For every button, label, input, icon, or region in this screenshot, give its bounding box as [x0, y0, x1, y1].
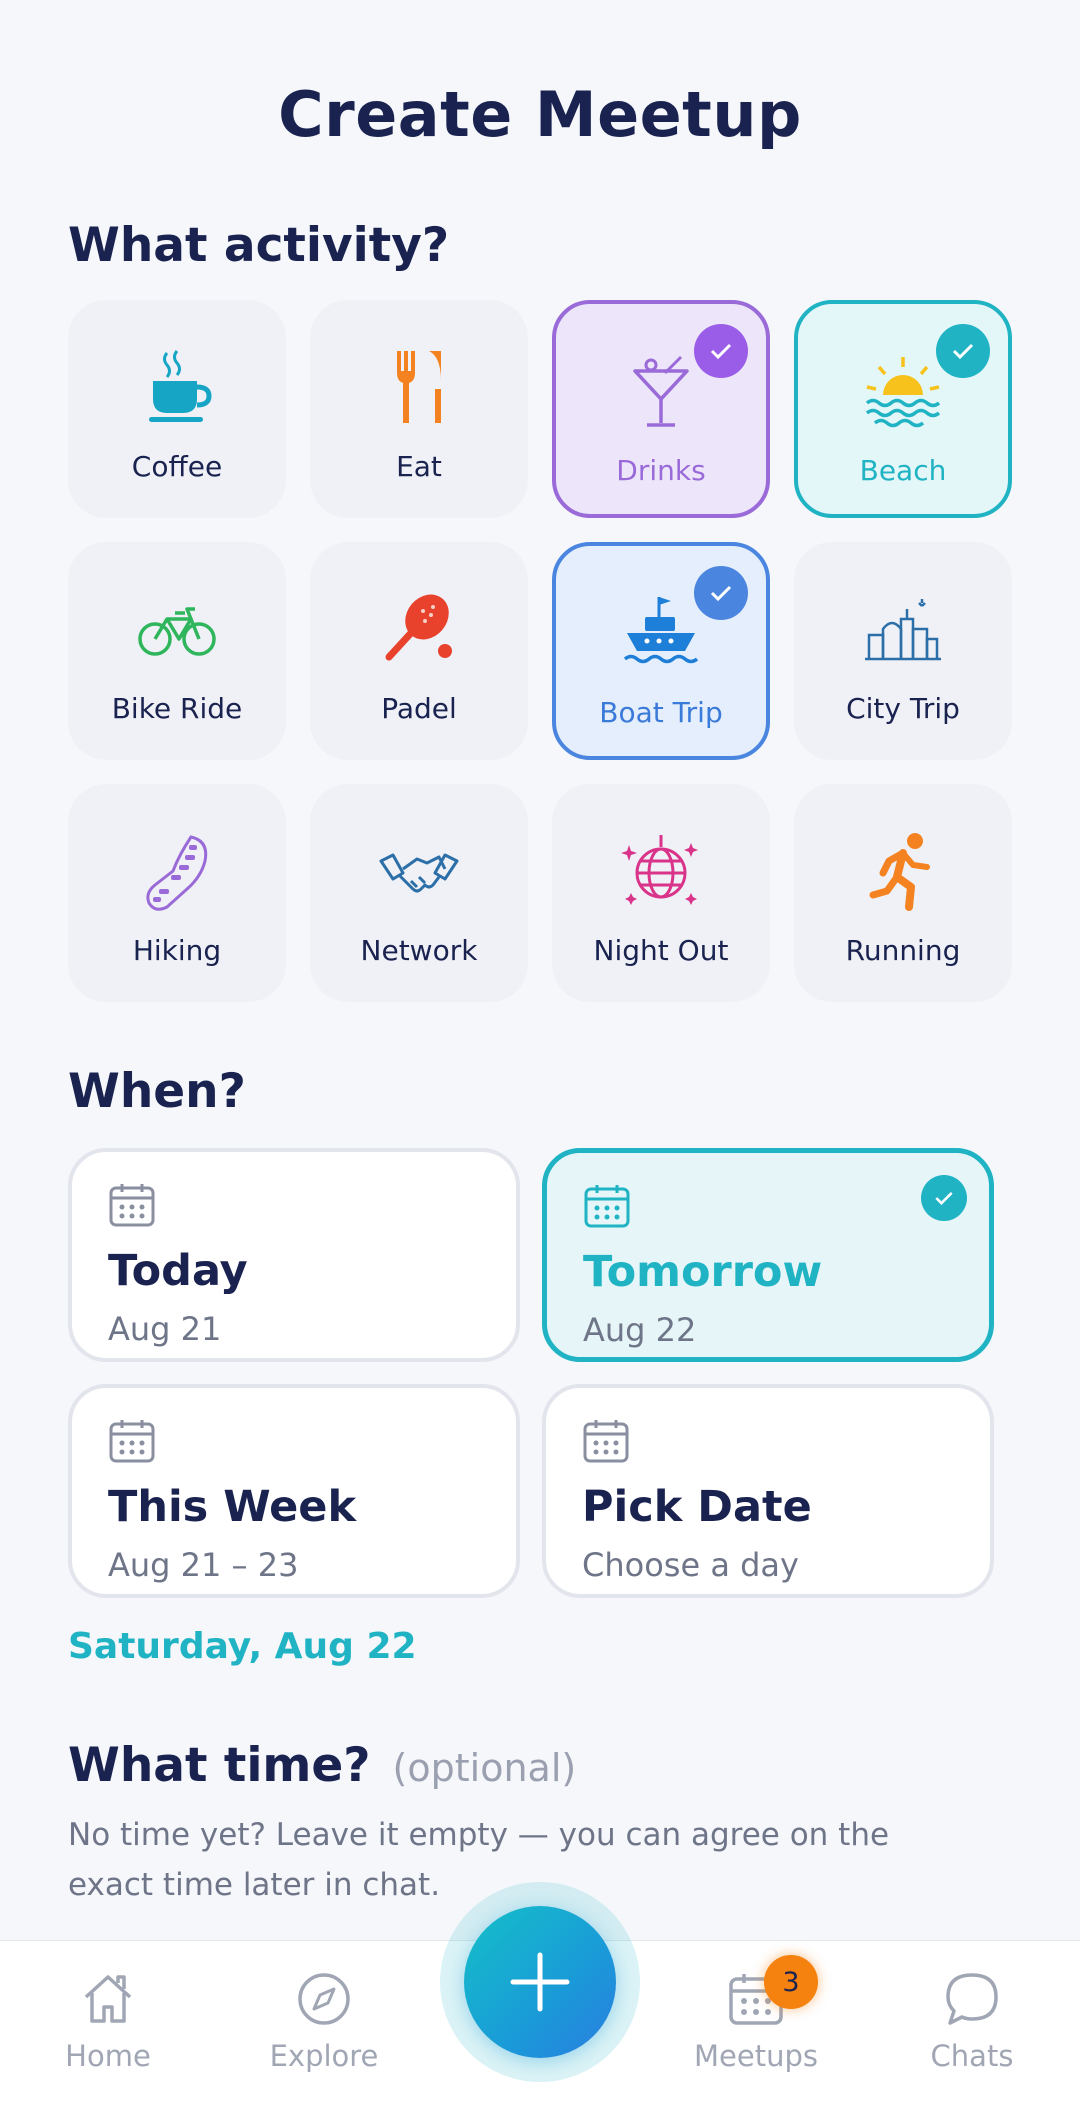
optional-label: (optional) — [392, 1746, 577, 1790]
calendar-icon: 3 — [724, 1955, 818, 2031]
when-option-subtitle: Aug 21 — [108, 1310, 222, 1348]
when-option-title: Today — [108, 1246, 248, 1296]
activity-label: Running — [845, 934, 961, 967]
when-option-tomorrow[interactable]: Tomorrow Aug 22 — [542, 1148, 994, 1362]
disco-ball-icon — [618, 828, 704, 914]
activity-tile-bike-ride[interactable]: Bike Ride — [68, 542, 286, 760]
check-icon — [921, 1175, 967, 1221]
when-option-title: This Week — [108, 1482, 357, 1532]
create-fab-button[interactable] — [464, 1906, 616, 2058]
when-option-subtitle: Aug 21 – 23 — [108, 1546, 299, 1584]
when-option-subtitle: Aug 22 — [583, 1311, 697, 1349]
notification-badge: 3 — [764, 1955, 818, 2009]
activity-tile-city-trip[interactable]: City Trip — [794, 542, 1012, 760]
activity-tile-network[interactable]: Network — [310, 784, 528, 1002]
when-option-title: Pick Date — [582, 1482, 812, 1532]
city-skyline-icon — [860, 586, 946, 672]
activity-label: Coffee — [131, 450, 223, 483]
coffee-icon — [134, 344, 220, 430]
padel-racket-icon — [376, 586, 462, 672]
runner-icon — [860, 828, 946, 914]
nav-label: Meetups — [694, 2039, 818, 2073]
activity-label: Boat Trip — [599, 696, 723, 729]
when-option-this-week[interactable]: This Week Aug 21 – 23 — [68, 1384, 520, 1598]
compass-icon — [292, 1967, 356, 2031]
when-section-title: When? — [68, 1064, 246, 1119]
plus-icon — [510, 1952, 570, 2012]
activity-label: Drinks — [616, 454, 706, 487]
calendar-icon — [108, 1182, 156, 1228]
time-title-text: What time? — [68, 1738, 371, 1793]
nav-label: Home — [65, 2039, 151, 2073]
activity-section-title: What activity? — [68, 218, 450, 273]
activity-grid: Coffee Eat Drinks Beach Bike Ride Padel … — [68, 300, 1014, 1002]
calendar-icon — [108, 1418, 156, 1464]
nav-explore[interactable]: Explore — [244, 1967, 404, 2073]
activity-tile-eat[interactable]: Eat — [310, 300, 528, 518]
home-icon — [76, 1967, 140, 2031]
handshake-icon — [376, 828, 462, 914]
footprint-icon — [134, 828, 220, 914]
selected-date-label: Saturday, Aug 22 — [68, 1626, 417, 1667]
sun-waves-icon — [860, 348, 946, 434]
page-title: Create Meetup — [278, 78, 802, 151]
utensils-icon — [376, 344, 462, 430]
activity-tile-coffee[interactable]: Coffee — [68, 300, 286, 518]
when-option-pick-date[interactable]: Pick Date Choose a day — [542, 1384, 994, 1598]
activity-label: Beach — [859, 454, 947, 487]
activity-label: Night Out — [593, 934, 729, 967]
nav-label: Chats — [930, 2039, 1014, 2073]
cocktail-icon — [618, 348, 704, 434]
when-option-subtitle: Choose a day — [582, 1546, 799, 1584]
when-option-today[interactable]: Today Aug 21 — [68, 1148, 520, 1362]
activity-label: City Trip — [846, 692, 960, 725]
calendar-icon — [582, 1418, 630, 1464]
activity-tile-night-out[interactable]: Night Out — [552, 784, 770, 1002]
activity-tile-drinks[interactable]: Drinks — [552, 300, 770, 518]
activity-tile-padel[interactable]: Padel — [310, 542, 528, 760]
when-option-title: Tomorrow — [583, 1247, 823, 1297]
activity-tile-hiking[interactable]: Hiking — [68, 784, 286, 1002]
bicycle-icon — [134, 586, 220, 672]
chat-bubble-icon — [940, 1967, 1004, 2031]
activity-label: Network — [360, 934, 478, 967]
when-options: Today Aug 21 Tomorrow Aug 22 This Week A… — [68, 1148, 998, 1598]
calendar-icon — [583, 1183, 631, 1229]
check-icon — [694, 324, 748, 378]
time-section-title: What time? (optional) — [68, 1738, 576, 1793]
check-icon — [936, 324, 990, 378]
activity-tile-running[interactable]: Running — [794, 784, 1012, 1002]
activity-label: Eat — [396, 450, 442, 483]
activity-tile-boat-trip[interactable]: Boat Trip — [552, 542, 770, 760]
ship-icon — [618, 590, 704, 676]
activity-label: Hiking — [132, 934, 222, 967]
activity-label: Padel — [381, 692, 457, 725]
check-icon — [694, 566, 748, 620]
activity-label: Bike Ride — [111, 692, 243, 725]
nav-home[interactable]: Home — [28, 1967, 188, 2073]
nav-label: Explore — [269, 2039, 379, 2073]
activity-tile-beach[interactable]: Beach — [794, 300, 1012, 518]
nav-chats[interactable]: Chats — [892, 1967, 1052, 2073]
nav-meetups[interactable]: 3 Meetups — [676, 1955, 836, 2073]
